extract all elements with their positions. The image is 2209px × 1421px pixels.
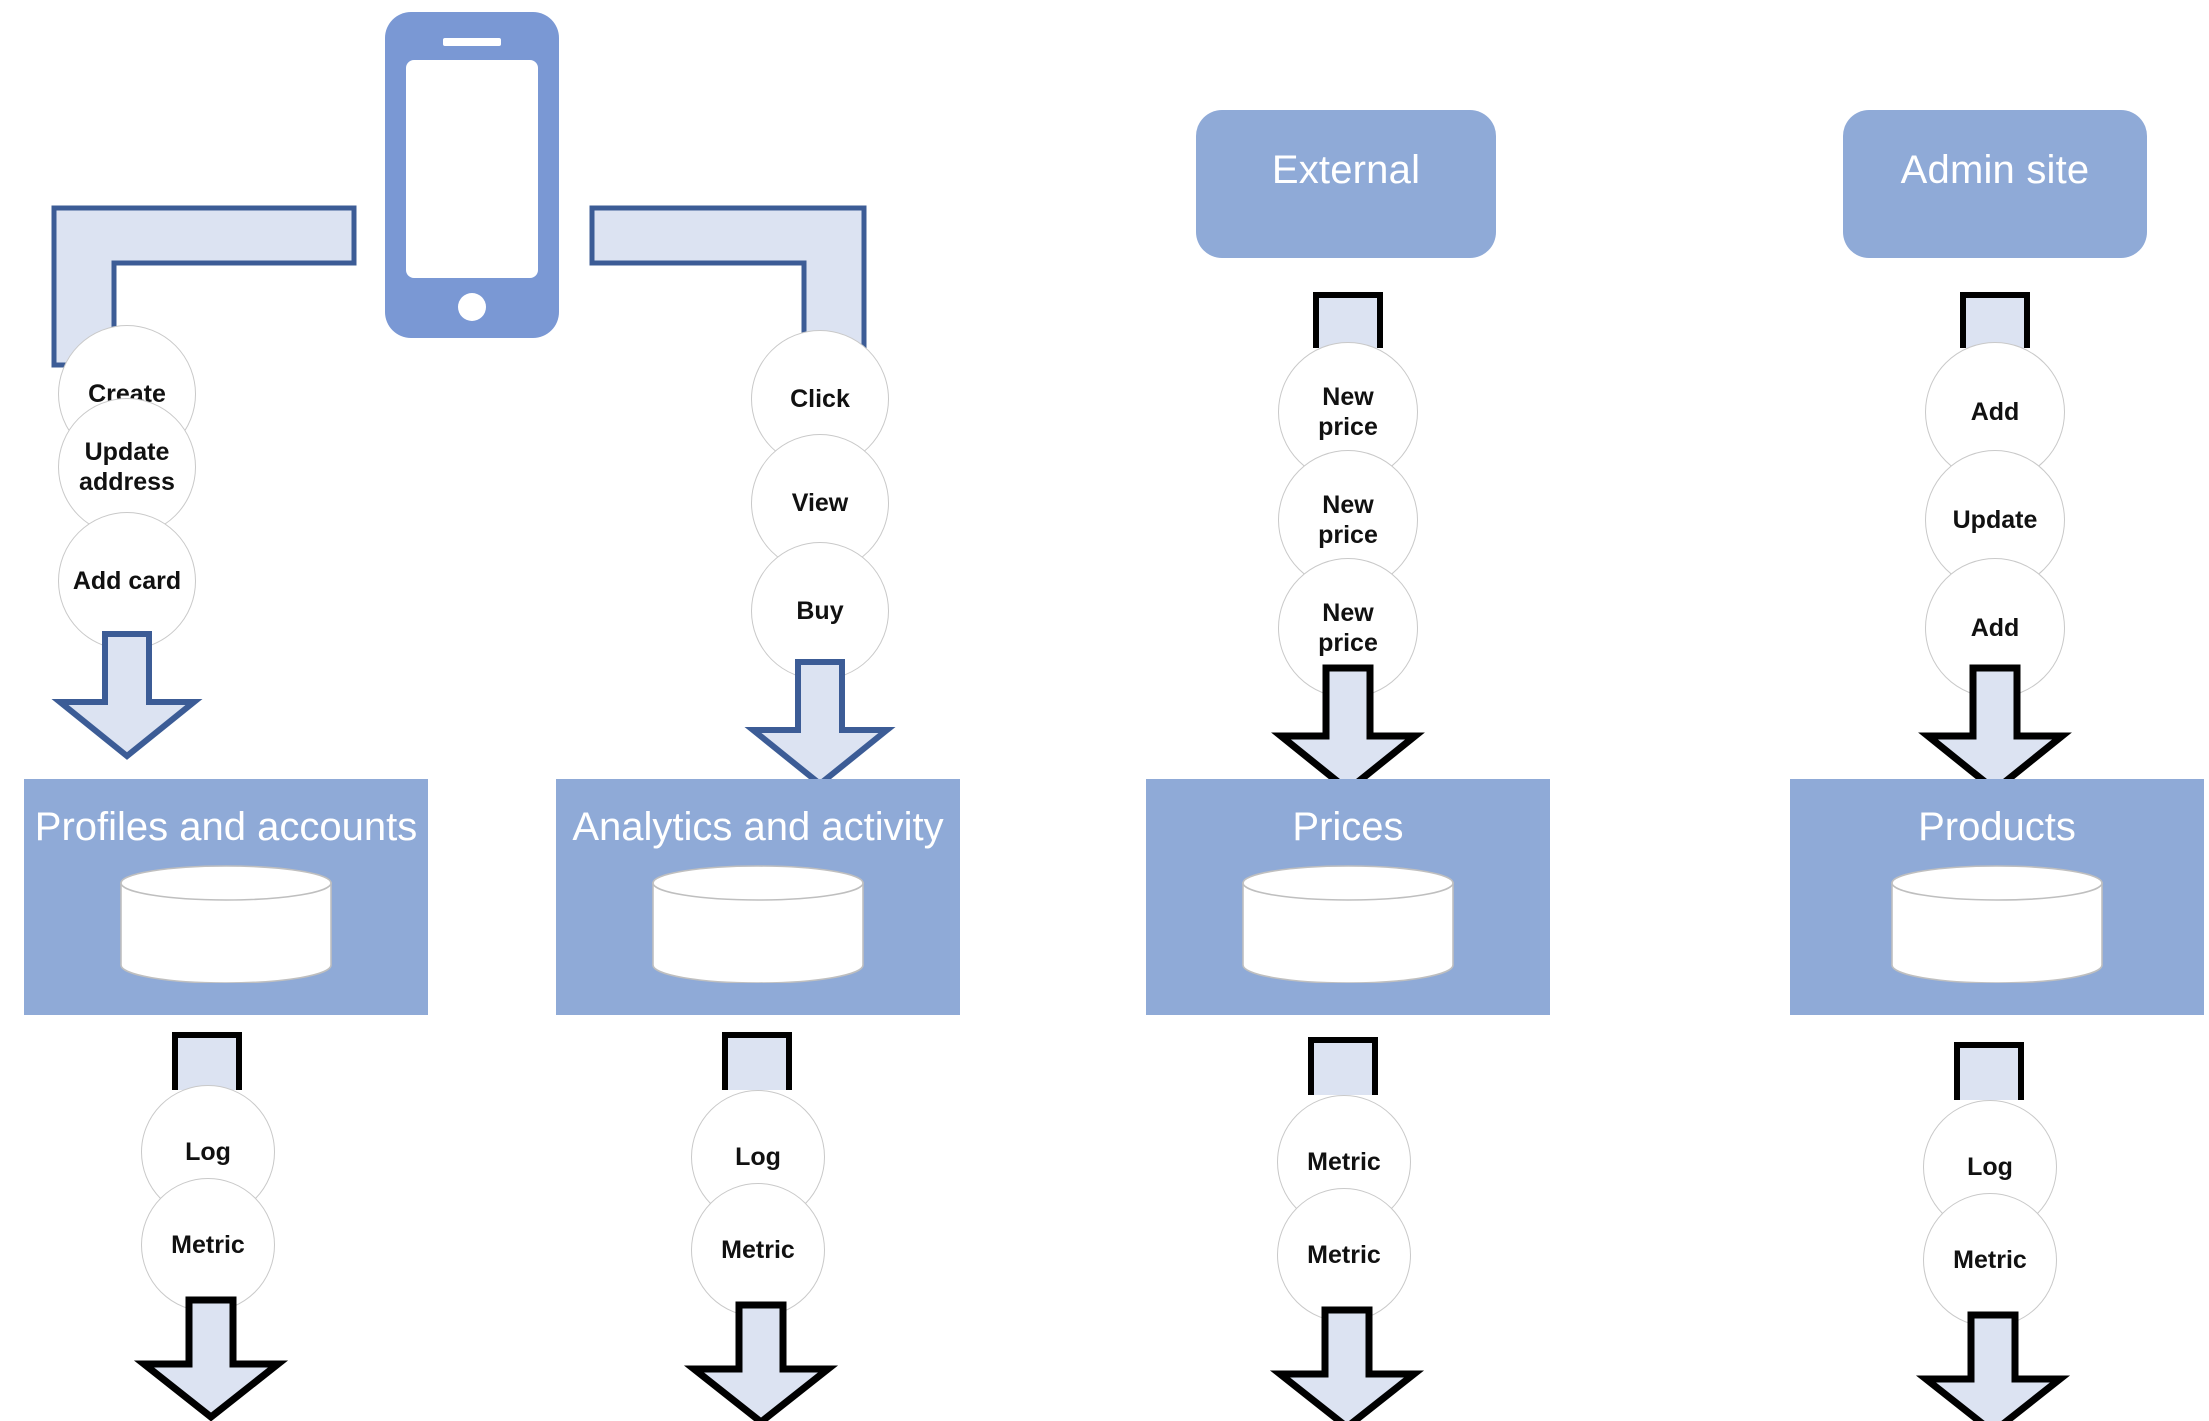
- connector-stem-analytics-output: [722, 1032, 792, 1090]
- store-box-prices[interactable]: Prices: [1146, 779, 1550, 1015]
- connector-stem-external: [1313, 292, 1383, 348]
- event-circle[interactable]: Add: [1925, 558, 2065, 698]
- database-cylinder-icon: [120, 865, 332, 983]
- diagram-canvas: External Admin site Create Update addres…: [0, 0, 2209, 1421]
- store-label: Prices: [1292, 805, 1404, 849]
- output-arrow-down: [133, 1296, 289, 1421]
- source-box-external[interactable]: External: [1196, 110, 1496, 258]
- source-box-admin-site[interactable]: Admin site: [1843, 110, 2147, 258]
- output-circle[interactable]: Metric: [141, 1178, 275, 1312]
- store-label: Profiles and accounts: [34, 805, 418, 849]
- connector-stem-products-output: [1954, 1042, 2024, 1100]
- output-arrow-down: [683, 1301, 839, 1421]
- output-arrow-down: [1915, 1311, 2071, 1421]
- database-cylinder-icon: [1242, 865, 1454, 983]
- database-cylinder-icon: [652, 865, 864, 983]
- output-circle[interactable]: Metric: [691, 1183, 825, 1317]
- output-circle[interactable]: Metric: [1277, 1188, 1411, 1322]
- output-circle[interactable]: Metric: [1923, 1193, 2057, 1327]
- source-label-admin-site: Admin site: [1900, 148, 2090, 192]
- source-label-external: External: [1271, 148, 1421, 192]
- output-arrow-down: [1269, 1306, 1425, 1421]
- store-label: Analytics and activity: [572, 805, 944, 849]
- event-circle[interactable]: New price: [1278, 558, 1418, 698]
- mobile-phone-icon: [383, 10, 561, 340]
- store-label: Products: [1918, 805, 2076, 849]
- store-box-analytics[interactable]: Analytics and activity: [556, 779, 960, 1015]
- connector-stem-profiles-output: [172, 1032, 242, 1090]
- event-circle[interactable]: Add card: [58, 512, 196, 650]
- event-circle[interactable]: Buy: [751, 542, 889, 680]
- store-box-profiles[interactable]: Profiles and accounts: [24, 779, 428, 1015]
- connector-stem-prices-output: [1308, 1037, 1378, 1095]
- database-cylinder-icon: [1891, 865, 2103, 983]
- connector-stem-admin-site: [1960, 292, 2030, 348]
- store-box-products[interactable]: Products: [1790, 779, 2204, 1015]
